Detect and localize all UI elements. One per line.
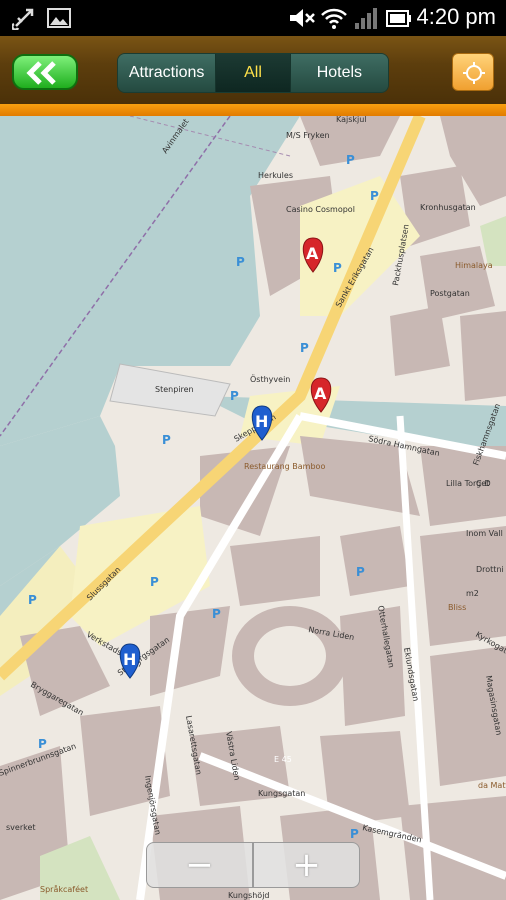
locate-button[interactable] [452,53,494,91]
parking-icon: P [350,827,359,841]
svg-text:Språkcaféet: Språkcaféet [40,884,88,894]
parking-icon: P [236,255,245,269]
tab-attractions[interactable]: Attractions [118,54,217,92]
svg-text:sverket: sverket [6,823,36,832]
svg-text:M/S Fryken: M/S Fryken [286,131,330,140]
tab-hotels[interactable]: Hotels [290,54,388,92]
parking-icon: P [230,389,239,403]
parking-icon: P [333,261,342,275]
map-view[interactable]: Avinmalet Kajskjul M/S Fryken Herkules C… [0,116,506,900]
svg-text:C-D: C-D [476,479,491,488]
svg-text:Restaurang Bamboo: Restaurang Bamboo [244,462,325,471]
image-icon [47,8,71,28]
zoom-in-button[interactable]: + [253,842,360,888]
svg-text:Himalaya: Himalaya [455,261,493,270]
toolbar-divider [0,104,506,116]
parking-icon: P [370,189,379,203]
clock: 4:20 pm [416,4,497,29]
crosshair-icon [463,62,485,84]
parking-icon: P [346,153,355,167]
zoom-controls: − + [146,842,360,888]
svg-text:m2: m2 [466,589,479,598]
parking-icon: P [356,565,365,579]
category-filter: Attractions All Hotels [117,53,389,93]
svg-text:H: H [255,412,268,431]
parking-icon: P [162,433,171,447]
battery-icon [386,10,411,27]
double-chevron-left-icon [26,61,56,85]
parking-icon: P [300,341,309,355]
wifi-icon [321,8,347,29]
svg-text:Östhyvein: Östhyvein [250,374,290,384]
svg-text:Casino Cosmopol: Casino Cosmopol [286,205,355,214]
svg-text:da Matteo Panetteria: da Matteo Panetteria [478,781,506,790]
svg-text:H: H [123,650,136,669]
svg-text:Kronhusgatan: Kronhusgatan [420,203,476,212]
back-button[interactable] [12,54,78,90]
svg-text:Bliss: Bliss [448,603,466,612]
svg-text:Kajskjul: Kajskjul [336,116,367,124]
svg-text:E 45: E 45 [274,755,292,764]
mute-icon [290,9,315,27]
parking-icon: P [28,593,37,607]
svg-text:Postgatan: Postgatan [430,289,470,298]
zoom-out-button[interactable]: − [146,842,253,888]
svg-text:Stenpiren: Stenpiren [155,385,194,394]
parking-icon: P [150,575,159,589]
tab-all[interactable]: All [216,54,291,92]
svg-text:A: A [314,384,327,403]
svg-text:A: A [306,244,319,263]
parking-icon: P [212,607,221,621]
svg-text:Inom Vall: Inom Vall [466,529,503,538]
toolbar: Attractions All Hotels [0,36,506,106]
svg-text:Herkules: Herkules [258,171,293,180]
signal-icon [355,8,377,29]
usb-icon [12,8,34,30]
svg-text:Kungshöjd: Kungshöjd [228,891,270,900]
svg-text:Kungsgatan: Kungsgatan [258,789,305,798]
parking-icon: P [38,737,47,751]
status-bar: 4:20 pm [0,0,506,36]
svg-text:Drottni: Drottni [476,565,504,574]
